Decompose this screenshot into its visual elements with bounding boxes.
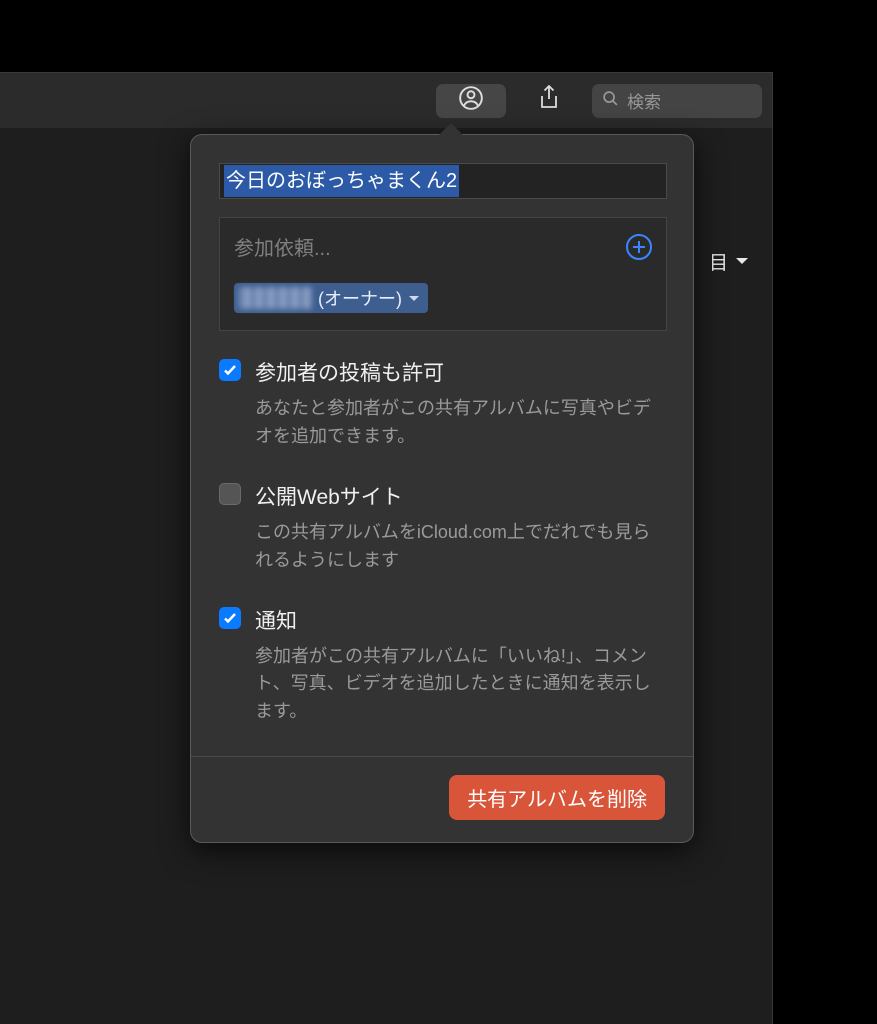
notifications-label: 通知: [255, 605, 297, 635]
share-icon: [537, 85, 561, 116]
search-field[interactable]: 検索: [592, 84, 762, 118]
option-allow-posts: 参加者の投稿も許可: [219, 357, 665, 387]
option-notifications: 通知: [219, 605, 665, 635]
person-circle-icon: [458, 85, 484, 116]
allow-posts-checkbox[interactable]: [219, 359, 241, 381]
chevron-down-icon: [408, 288, 420, 309]
toolbar: 検索: [0, 73, 772, 128]
album-title-text: 今日のおぼっちゃまくん2: [224, 165, 459, 197]
delete-album-button[interactable]: 共有アルバムを削除: [449, 775, 665, 820]
add-person-button[interactable]: [626, 234, 652, 260]
search-icon: [602, 90, 619, 112]
public-site-label: 公開Webサイト: [255, 481, 403, 511]
share-button[interactable]: [520, 84, 578, 118]
invite-input[interactable]: 参加依頼...: [234, 232, 331, 261]
allow-posts-label: 参加者の投稿も許可: [255, 357, 444, 387]
search-placeholder: 検索: [627, 88, 661, 113]
album-title-input[interactable]: 今日のおぼっちゃまくん2: [219, 163, 667, 199]
allow-posts-desc: あなたと参加者がこの共有アルバムに写真やビデオを追加できます。: [255, 395, 655, 451]
chevron-down-icon: [734, 251, 750, 273]
owner-chip[interactable]: (オーナー): [234, 283, 428, 313]
invite-box: 参加依頼... (オーナー): [219, 217, 667, 331]
owner-role-label: (オーナー): [318, 285, 402, 311]
share-settings-popover: 今日のおぼっちゃまくん2 参加依頼... (オーナー) 参加者の投: [190, 134, 694, 843]
content-row-item[interactable]: 目: [709, 248, 750, 275]
option-public-site: 公開Webサイト: [219, 481, 665, 511]
public-site-checkbox[interactable]: [219, 483, 241, 505]
popover-footer: 共有アルバムを削除: [191, 756, 693, 842]
notifications-checkbox[interactable]: [219, 607, 241, 629]
notifications-desc: 参加者がこの共有アルバムに「いいね!」、コメント、写真、ビデオを追加したときに通…: [255, 643, 655, 727]
public-site-desc: この共有アルバムをiCloud.com上でだれでも見られるようにします: [255, 519, 655, 575]
owner-name-redacted: [238, 287, 312, 309]
row-label-suffix: 目: [709, 248, 728, 275]
people-button[interactable]: [436, 84, 506, 118]
